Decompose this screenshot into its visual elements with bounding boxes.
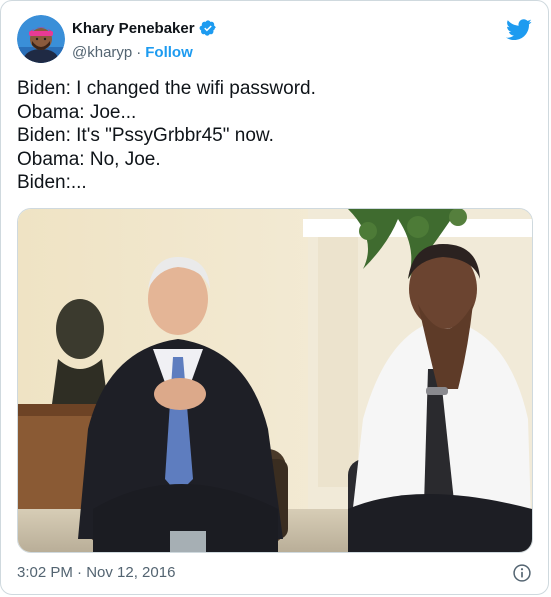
tweet-line: Biden:... (17, 172, 87, 193)
tweet-footer: 3:02 PM · Nov 12, 2016 (17, 563, 532, 583)
tweet-line: Obama: No, Joe. (17, 148, 161, 170)
tweet-text: Biden: I changed the wifi password. Obam… (17, 77, 532, 195)
avatar[interactable] (17, 15, 65, 63)
twitter-bird-icon[interactable] (506, 19, 532, 41)
name-row: Khary Penebaker (72, 18, 217, 38)
tweet-line: Biden: I changed the wifi password. (17, 78, 316, 99)
follow-button[interactable]: Follow (145, 44, 193, 61)
display-name[interactable]: Khary Penebaker (72, 20, 195, 37)
avatar-image (17, 15, 65, 63)
verified-badge-icon (199, 19, 217, 37)
handle-row: @kharyp · Follow (72, 42, 217, 62)
tweet-photo[interactable] (17, 208, 533, 553)
tweet-timestamp[interactable]: 3:02 PM · Nov 12, 2016 (17, 564, 175, 581)
user-handle[interactable]: @kharyp (72, 44, 132, 61)
user-block: Khary Penebaker @kharyp · Follow (72, 18, 217, 62)
tweet-header: Khary Penebaker @kharyp · Follow (17, 14, 532, 64)
tweet-line: Obama: Joe... (17, 101, 137, 123)
info-icon[interactable] (512, 563, 532, 583)
separator-dot: · (136, 43, 142, 61)
photo-illustration (18, 209, 532, 552)
tweet-card: Khary Penebaker @kharyp · Follow Biden: (0, 0, 549, 595)
tweet-line: Biden: It's "PssyGrbbr45" now. (17, 125, 274, 146)
